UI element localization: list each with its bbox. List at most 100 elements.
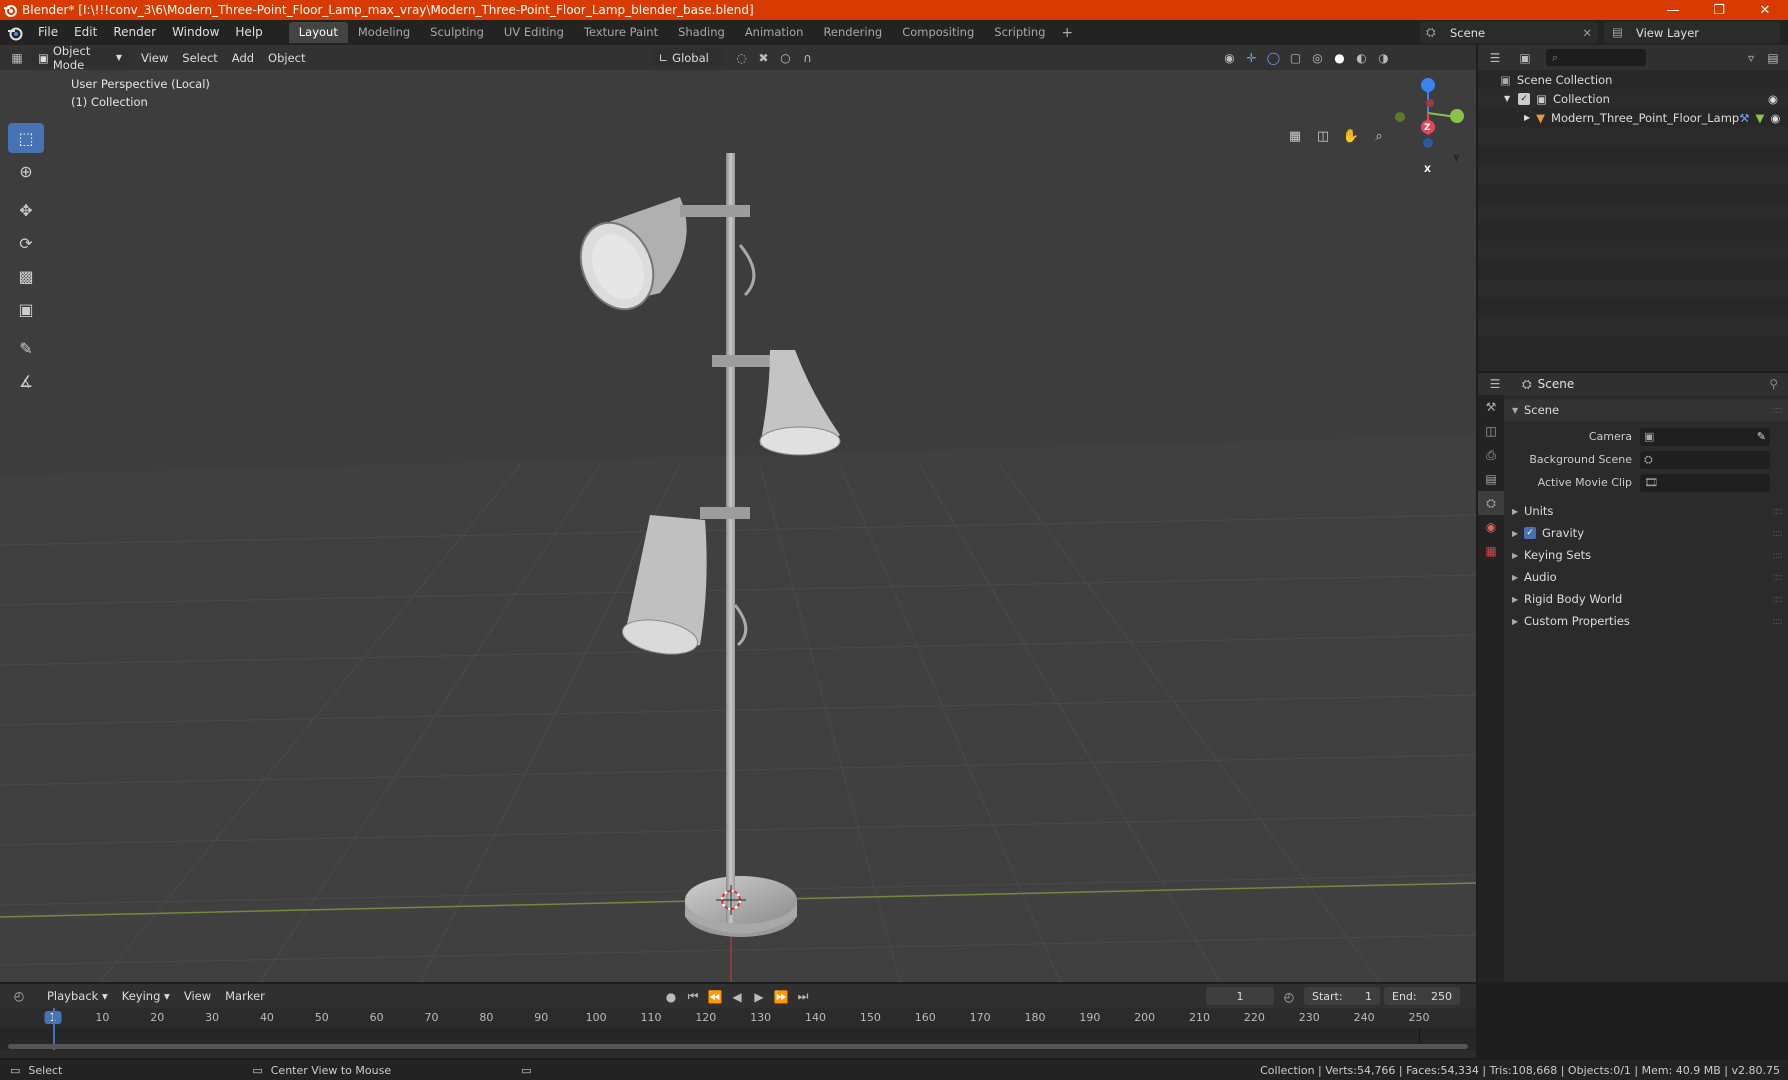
menu-file[interactable]: File — [30, 20, 66, 45]
tab-uv-editing[interactable]: UV Editing — [494, 22, 574, 43]
drag-handle-icon[interactable]: :::: — [1773, 405, 1784, 416]
display-mode-icon[interactable]: ▣ — [1514, 48, 1536, 67]
visibility-icon[interactable]: ◉ — [1219, 48, 1241, 67]
drag-handle-icon[interactable]: :::: — [1773, 572, 1784, 583]
filter-icon[interactable]: ▿ — [1740, 48, 1762, 67]
outliner-search-input[interactable]: ⌕ — [1546, 49, 1646, 66]
jump-start-icon[interactable]: ⏮ — [682, 987, 704, 1006]
falloff-icon[interactable]: ∩ — [797, 48, 819, 67]
prev-keyframe-icon[interactable]: ⏪ — [704, 987, 726, 1006]
menu-window[interactable]: Window — [164, 20, 227, 45]
keying-sets-panel-header[interactable]: ▶ Keying Sets :::: — [1504, 544, 1788, 566]
menu-edit[interactable]: Edit — [66, 20, 105, 45]
start-frame-field[interactable]: Start: 1 — [1304, 987, 1380, 1005]
end-frame-field[interactable]: End: 250 — [1384, 987, 1460, 1005]
menu-render[interactable]: Render — [105, 20, 164, 45]
modifier-wrench-icon[interactable]: ⚒ — [1739, 111, 1749, 125]
drag-handle-icon[interactable]: :::: — [1773, 616, 1784, 627]
outliner-item-collection[interactable]: ▼ ✓ ▣ Collection ◉ — [1478, 89, 1788, 108]
close-button[interactable]: ✕ — [1742, 0, 1788, 20]
measure-tool-icon[interactable]: ∡ — [8, 366, 44, 396]
gizmo-toggle-icon[interactable]: ✛ — [1241, 48, 1263, 67]
orientation-dropdown[interactable]: ∟ Global — [652, 48, 723, 67]
snap-icon[interactable]: ✖ — [753, 48, 775, 67]
units-panel-header[interactable]: ▶ Units :::: — [1504, 500, 1788, 522]
expand-arrow-icon[interactable]: ▼ — [1504, 94, 1510, 103]
menu-help[interactable]: Help — [227, 20, 270, 45]
navigation-gizmo[interactable] — [1395, 78, 1464, 148]
play-icon[interactable]: ▶ — [748, 987, 770, 1006]
pan-hand-icon[interactable]: ✋ — [1339, 124, 1363, 148]
overlay-toggle-icon[interactable]: ◯ — [1263, 48, 1285, 67]
solid-shading-icon[interactable]: ● — [1329, 48, 1351, 67]
properties-editor-icon[interactable]: ☰ — [1484, 375, 1506, 394]
menu-add[interactable]: Add — [225, 51, 261, 65]
tab-shading[interactable]: Shading — [668, 22, 735, 43]
view-layer-selector[interactable]: ▤ View Layer — [1604, 22, 1780, 43]
scene-tab-icon[interactable]: ⛭ — [1478, 491, 1504, 515]
scene-selector[interactable]: ⛭ Scene ✕ — [1420, 22, 1598, 43]
rendered-shading-icon[interactable]: ◑ — [1373, 48, 1395, 67]
eyedropper-icon[interactable]: ✎ — [1757, 430, 1766, 443]
clock-icon[interactable]: ◴ — [1278, 987, 1300, 1006]
tab-rendering[interactable]: Rendering — [813, 22, 892, 43]
proportional-edit-icon[interactable]: ○ — [775, 48, 797, 67]
tab-scripting[interactable]: Scripting — [984, 22, 1055, 43]
timeline-ruler[interactable]: 1102030405060708090100110120130140150160… — [0, 1008, 1476, 1028]
pivot-icon[interactable]: ◌ — [731, 48, 753, 67]
menu-object[interactable]: Object — [261, 51, 312, 65]
next-keyframe-icon[interactable]: ⏩ — [770, 987, 792, 1006]
blender-menu-icon[interactable] — [0, 20, 30, 45]
object-mode-dropdown[interactable]: ▣ Object Mode ▼ — [32, 45, 128, 72]
mesh-data-icon[interactable]: ▼ — [1756, 111, 1765, 125]
drag-handle-icon[interactable]: :::: — [1773, 594, 1784, 605]
drag-handle-icon[interactable]: :::: — [1773, 528, 1784, 539]
tab-layout[interactable]: Layout — [288, 22, 348, 43]
annotate-tool-icon[interactable]: ✎ — [8, 333, 44, 363]
custom-properties-panel-header[interactable]: ▶ Custom Properties :::: — [1504, 610, 1788, 632]
xray-icon[interactable]: ▢ — [1285, 48, 1307, 67]
rotate-tool-icon[interactable]: ⟳ — [8, 228, 44, 258]
wireframe-shading-icon[interactable]: ◎ — [1307, 48, 1329, 67]
gravity-checkbox[interactable]: ✓ — [1524, 527, 1536, 539]
grid-view-icon[interactable]: ▦ — [1283, 124, 1307, 148]
scene-close-icon[interactable]: ✕ — [1582, 26, 1592, 40]
drag-handle-icon[interactable]: :::: — [1773, 550, 1784, 561]
timeline-scrollbar[interactable] — [8, 1044, 1468, 1049]
outliner-editor-icon[interactable]: ☰ — [1484, 48, 1506, 67]
pin-icon[interactable]: ⚲ — [1769, 377, 1778, 391]
menu-keying[interactable]: Keying ▾ — [115, 989, 177, 1003]
timeline-editor-icon[interactable]: ◴ — [8, 987, 30, 1006]
tab-modeling[interactable]: Modeling — [348, 22, 420, 43]
outliner-item-object[interactable]: ▶ ▼ Modern_Three_Point_Floor_Lamp ⚒ ▼ ◉ — [1478, 108, 1788, 127]
editor-type-icon[interactable]: ▦ — [6, 48, 28, 67]
menu-playback[interactable]: Playback ▾ — [40, 989, 115, 1003]
active-movie-clip-field[interactable]: 🎞 — [1640, 473, 1770, 492]
select-box-tool-icon[interactable]: ⬚ — [8, 123, 44, 153]
cursor-tool-icon[interactable]: ⊕ — [8, 156, 44, 186]
tab-animation[interactable]: Animation — [735, 22, 814, 43]
current-frame-field[interactable]: 1 — [1206, 987, 1274, 1005]
audio-panel-header[interactable]: ▶ Audio :::: — [1504, 566, 1788, 588]
timeline-track[interactable] — [0, 1008, 1476, 1050]
scale-tool-icon[interactable]: ▩ — [8, 261, 44, 291]
menu-view[interactable]: View — [134, 51, 175, 65]
view-layer-tab-icon[interactable]: ▤ — [1478, 467, 1504, 491]
minimize-button[interactable]: — — [1650, 0, 1696, 20]
record-icon[interactable]: ● — [660, 987, 682, 1006]
world-tab-icon[interactable]: ◉ — [1478, 515, 1504, 539]
tab-compositing[interactable]: Compositing — [892, 22, 984, 43]
drag-handle-icon[interactable]: :::: — [1773, 506, 1784, 517]
3d-viewport[interactable]: Z Y X ▦ ▣ Object Mode ▼ View Select Add … — [0, 45, 1476, 982]
menu-timeline-view[interactable]: View — [177, 989, 218, 1003]
maximize-button[interactable]: ❐ — [1696, 0, 1742, 20]
texture-tab-icon[interactable]: ▦ — [1478, 539, 1504, 563]
camera-view-icon[interactable]: ◫ — [1311, 124, 1335, 148]
tab-sculpting[interactable]: Sculpting — [420, 22, 494, 43]
jump-end-icon[interactable]: ⏭ — [792, 987, 814, 1006]
gravity-panel-header[interactable]: ▶ ✓ Gravity :::: — [1504, 522, 1788, 544]
collection-checkbox[interactable]: ✓ — [1518, 92, 1531, 105]
scene-panel-header[interactable]: ▼ Scene :::: — [1504, 399, 1788, 421]
outliner-item-scene-collection[interactable]: ▣ Scene Collection — [1478, 70, 1788, 89]
render-tab-icon[interactable]: ◫ — [1478, 419, 1504, 443]
